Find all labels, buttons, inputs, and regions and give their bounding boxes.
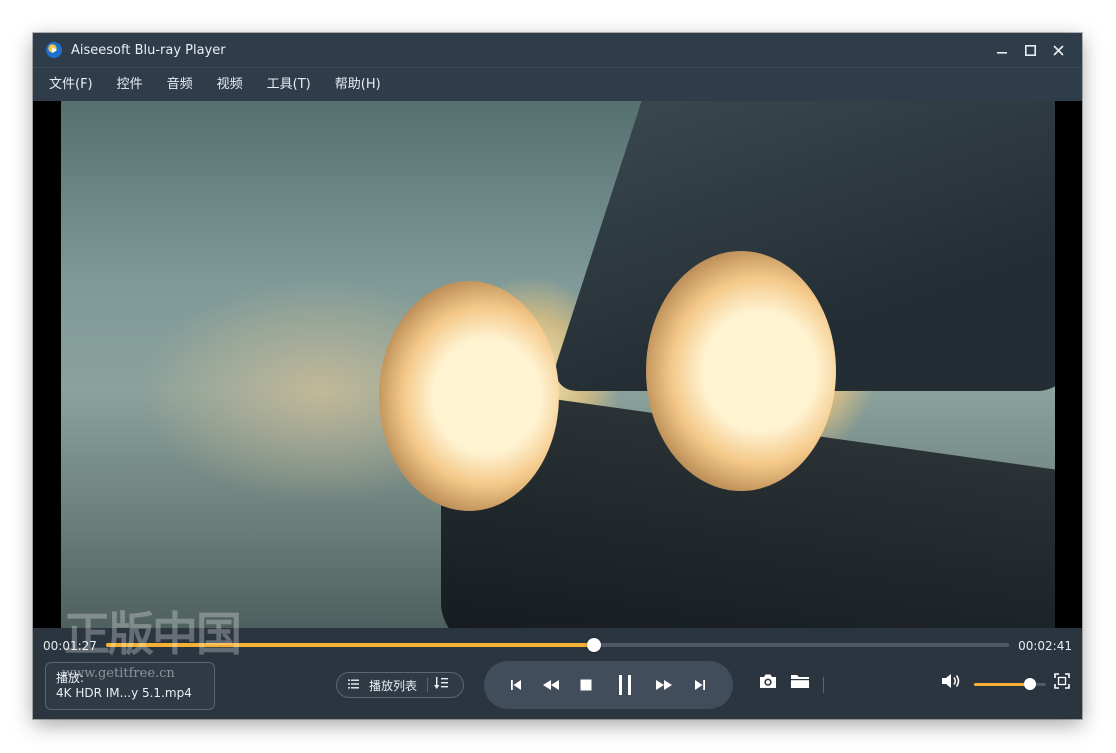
list-icon — [348, 678, 360, 692]
skip-next-button[interactable] — [688, 661, 712, 709]
menu-audio[interactable]: 音频 — [159, 68, 201, 102]
fast-forward-icon — [656, 680, 672, 690]
progress-bar[interactable] — [106, 638, 1009, 652]
menu-help[interactable]: 帮助(H) — [327, 68, 389, 102]
menu-tools[interactable]: 工具(T) — [259, 68, 319, 102]
playlist-label: 播放列表 — [369, 678, 418, 693]
camera-icon — [760, 674, 776, 688]
skip-previous-icon — [511, 680, 521, 690]
progress-handle[interactable] — [586, 638, 601, 652]
video-scene-nozzle-right — [646, 251, 836, 491]
maximize-button[interactable] — [1016, 36, 1044, 64]
rewind-button[interactable] — [538, 661, 564, 709]
now-playing-label: 播放: — [56, 671, 85, 685]
volume-button[interactable] — [941, 670, 963, 692]
video-display[interactable] — [33, 101, 1082, 628]
window-controls — [988, 33, 1072, 67]
window-title: Aiseesoft Blu-ray Player — [71, 42, 226, 58]
volume-handle[interactable] — [1024, 678, 1037, 690]
video-frame — [61, 101, 1055, 628]
menu-controls[interactable]: 控件 — [109, 68, 151, 102]
close-button[interactable] — [1044, 36, 1072, 64]
minimize-button[interactable] — [988, 36, 1016, 64]
menu-file[interactable]: 文件(F) — [41, 68, 101, 102]
fullscreen-button[interactable] — [1051, 670, 1073, 692]
stop-button[interactable] — [574, 661, 598, 709]
volume-icon — [942, 674, 960, 688]
fullscreen-icon — [1054, 673, 1070, 689]
skip-next-icon — [695, 680, 705, 690]
player-window: Aiseesoft Blu-ray Player 文件(F) 控件 音频 视频 … — [33, 33, 1082, 719]
transport-controls — [484, 661, 733, 709]
toolbar-divider — [823, 677, 824, 693]
volume-slider[interactable] — [974, 678, 1046, 690]
rewind-icon — [543, 680, 559, 690]
current-time: 00:01:27 — [43, 639, 97, 653]
title-bar: Aiseesoft Blu-ray Player — [33, 33, 1082, 67]
snapshot-button[interactable] — [757, 670, 779, 692]
playlist-divider — [427, 678, 429, 692]
playlist-button[interactable]: 播放列表 — [336, 672, 464, 698]
app-logo-icon — [46, 42, 62, 58]
control-bar: 00:01:27 00:02:41 播放: 4K HDR IM...y 5.1.… — [33, 628, 1082, 719]
pause-icon — [619, 675, 631, 695]
menu-bar: 文件(F) 控件 音频 视频 工具(T) 帮助(H) — [33, 67, 1082, 102]
pause-button[interactable] — [612, 661, 638, 709]
now-playing-file: 4K HDR IM...y 5.1.mp4 — [56, 686, 192, 700]
sort-list-icon[interactable] — [434, 677, 449, 693]
open-folder-button[interactable] — [789, 670, 811, 692]
video-scene-nozzle-left — [379, 281, 559, 511]
skip-previous-button[interactable] — [504, 661, 528, 709]
volume-fill — [974, 683, 1031, 686]
total-time: 00:02:41 — [1018, 639, 1072, 653]
progress-fill — [106, 643, 594, 647]
folder-icon — [791, 675, 809, 688]
fast-forward-button[interactable] — [651, 661, 677, 709]
now-playing-box: 播放: 4K HDR IM...y 5.1.mp4 — [45, 662, 215, 710]
menu-video[interactable]: 视频 — [209, 68, 251, 102]
stop-icon — [580, 679, 592, 691]
